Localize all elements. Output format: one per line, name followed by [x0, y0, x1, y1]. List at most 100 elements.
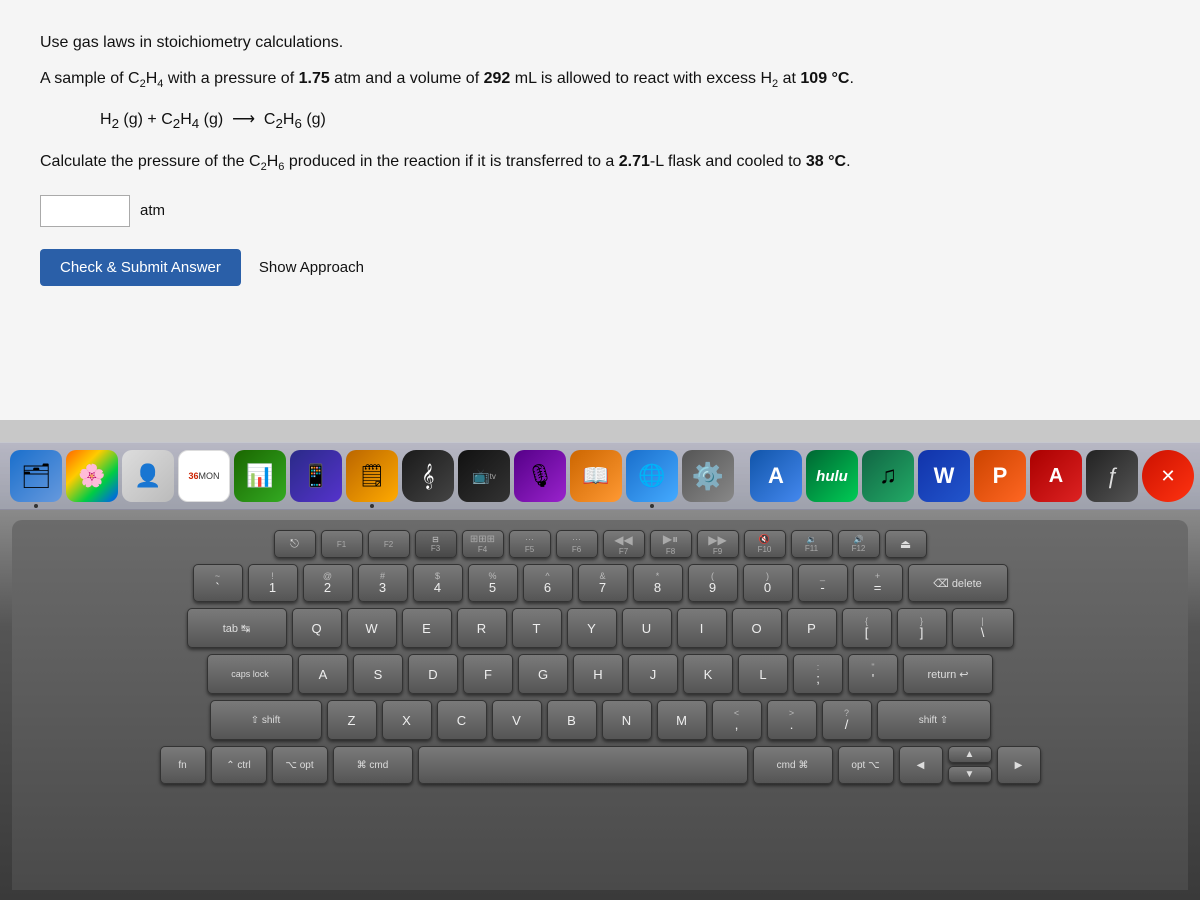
key-option-r[interactable]: opt ⌥ [838, 746, 894, 784]
key-q[interactable]: Q [292, 608, 342, 648]
key-8[interactable]: *8 [633, 564, 683, 602]
key-v[interactable]: V [492, 700, 542, 740]
key-comma[interactable]: <, [712, 700, 762, 740]
key-f9[interactable]: ▶▶ F9 [697, 530, 739, 558]
key-f4[interactable]: ⊞⊞⊞ F4 [462, 530, 504, 558]
key-m[interactable]: M [657, 700, 707, 740]
check-submit-button[interactable]: Check & Submit Answer [40, 249, 241, 286]
key-7[interactable]: &7 [578, 564, 628, 602]
key-j[interactable]: J [628, 654, 678, 694]
key-o[interactable]: O [732, 608, 782, 648]
key-f5[interactable]: ⋯ F5 [509, 530, 551, 558]
key-g[interactable]: G [518, 654, 568, 694]
key-f3[interactable]: ⊟ F3 [415, 530, 457, 558]
key-slash[interactable]: ?/ [822, 700, 872, 740]
dock-icon-photos[interactable]: 🌸 [66, 450, 118, 502]
key-f6[interactable]: ⋯ F6 [556, 530, 598, 558]
key-1[interactable]: !1 [248, 564, 298, 602]
key-b[interactable]: B [547, 700, 597, 740]
key-c[interactable]: C [437, 700, 487, 740]
key-backtick[interactable]: ~` [193, 564, 243, 602]
key-f7[interactable]: ◀◀ F7 [603, 530, 645, 558]
key-u[interactable]: U [622, 608, 672, 648]
key-f2[interactable]: F2 [368, 530, 410, 558]
key-fn[interactable]: fn [160, 746, 206, 784]
key-4[interactable]: $4 [413, 564, 463, 602]
key-d[interactable]: D [408, 654, 458, 694]
answer-input[interactable] [40, 195, 130, 227]
dock-icon-spotify[interactable]: ♫ [862, 450, 914, 502]
dock-icon-books[interactable]: 📖 [570, 450, 622, 502]
key-arrow-left[interactable]: ◀ [899, 746, 943, 784]
key-semicolon[interactable]: :; [793, 654, 843, 694]
key-power[interactable]: ⏏ [885, 530, 927, 558]
key-option[interactable]: ⌥ opt [272, 746, 328, 784]
key-minus[interactable]: _- [798, 564, 848, 602]
key-lbracket[interactable]: {[ [842, 608, 892, 648]
dock-icon-charts[interactable]: 📊 [234, 450, 286, 502]
key-f10[interactable]: 🔇 F10 [744, 530, 786, 558]
key-shift-l[interactable]: ⇧ shift [210, 700, 322, 740]
key-delete[interactable]: ⌫ delete [908, 564, 1008, 602]
key-tab[interactable]: tab ↹ [187, 608, 287, 648]
key-ctrl[interactable]: ⌃ ctrl [211, 746, 267, 784]
key-e[interactable]: E [402, 608, 452, 648]
key-w[interactable]: W [347, 608, 397, 648]
key-a[interactable]: A [298, 654, 348, 694]
show-approach-button[interactable]: Show Approach [259, 259, 364, 276]
key-shift-r[interactable]: shift ⇧ [877, 700, 991, 740]
dock-icon-settings[interactable]: ⚙️ [682, 450, 734, 502]
key-z[interactable]: Z [327, 700, 377, 740]
key-r[interactable]: R [457, 608, 507, 648]
key-cmd-r[interactable]: cmd ⌘ [753, 746, 833, 784]
key-equals[interactable]: += [853, 564, 903, 602]
key-s[interactable]: S [353, 654, 403, 694]
key-x[interactable]: X [382, 700, 432, 740]
key-n[interactable]: N [602, 700, 652, 740]
dock-icon-close[interactable]: ✕ [1142, 450, 1194, 502]
key-y[interactable]: Y [567, 608, 617, 648]
dock-icon-acrobat[interactable]: A [1030, 450, 1082, 502]
key-i[interactable]: I [677, 608, 727, 648]
dock-icon-translate[interactable]: A [750, 450, 802, 502]
dock-icon-podcasts[interactable]: 🎙 [514, 450, 566, 502]
key-rbracket[interactable]: }] [897, 608, 947, 648]
dock-icon-finder[interactable]: 🗂 [10, 450, 62, 502]
dock-icon-hulu[interactable]: hulu [806, 450, 858, 502]
key-f1[interactable]: F1 [321, 530, 363, 558]
key-arrow-down[interactable]: ▼ [948, 766, 992, 783]
key-f12[interactable]: 🔊 F12 [838, 530, 880, 558]
key-period[interactable]: >. [767, 700, 817, 740]
key-f[interactable]: F [463, 654, 513, 694]
key-f11[interactable]: 🔉 F11 [791, 530, 833, 558]
key-quote[interactable]: "' [848, 654, 898, 694]
key-5[interactable]: %5 [468, 564, 518, 602]
key-space[interactable] [418, 746, 748, 784]
dock-icon-music[interactable]: 𝄞 [402, 450, 454, 502]
key-backslash[interactable]: |\ [952, 608, 1014, 648]
key-arrow-up[interactable]: ▲ [948, 746, 992, 763]
key-arrow-right[interactable]: ▶ [997, 746, 1041, 784]
dock-icon-word[interactable]: W [918, 450, 970, 502]
key-p[interactable]: P [787, 608, 837, 648]
dock-icon-powerpoint[interactable]: P [974, 450, 1026, 502]
key-0[interactable]: )0 [743, 564, 793, 602]
key-escape[interactable]: ⎋ [274, 530, 316, 558]
key-capslock[interactable]: caps lock [207, 654, 293, 694]
dock-icon-notes[interactable]: 🗒 [346, 450, 398, 502]
key-cmd-l[interactable]: ⌘ cmd [333, 746, 413, 784]
dock-icon-screentime[interactable]: 📱 [290, 450, 342, 502]
key-k[interactable]: K [683, 654, 733, 694]
dock-icon-chrome[interactable]: 🌐 [626, 450, 678, 502]
key-t[interactable]: T [512, 608, 562, 648]
dock-icon-contacts[interactable]: 👤 [122, 450, 174, 502]
key-2[interactable]: @2 [303, 564, 353, 602]
dock-icon-script[interactable]: ƒ [1086, 450, 1138, 502]
key-3[interactable]: #3 [358, 564, 408, 602]
dock-icon-appletv[interactable]: 📺 tv [458, 450, 510, 502]
dock-icon-calendar[interactable]: 36 MON [178, 450, 230, 502]
key-9[interactable]: (9 [688, 564, 738, 602]
key-f8[interactable]: ▶⏸ F8 [650, 530, 692, 558]
key-l[interactable]: L [738, 654, 788, 694]
key-return[interactable]: return ↩ [903, 654, 993, 694]
